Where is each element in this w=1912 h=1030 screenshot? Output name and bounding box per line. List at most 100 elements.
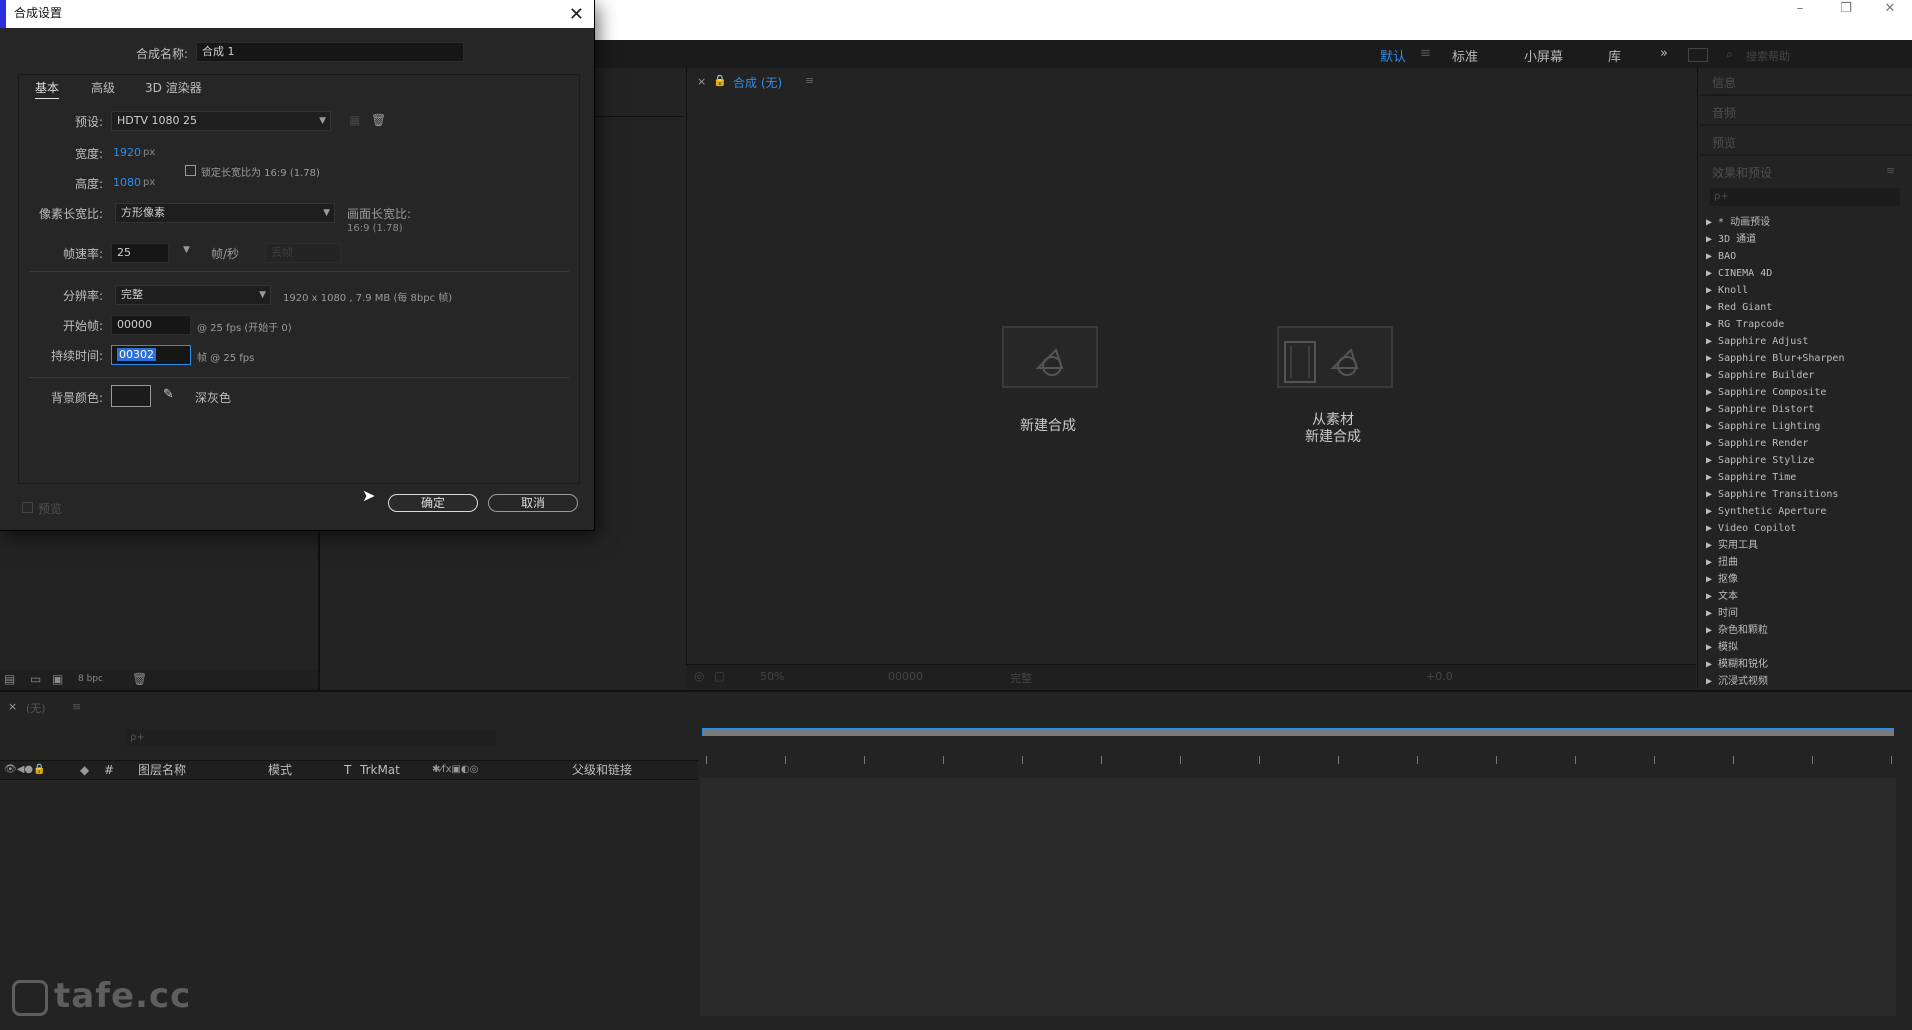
resolution-select[interactable]: 完整 ▼ [115,285,271,305]
snapshot-icon[interactable]: ◎ [694,669,704,683]
tab-3d-renderer[interactable]: 3D 渲染器 [145,79,202,96]
workspace-tab-library[interactable]: 库 [1608,46,1621,65]
expand-triangle-icon[interactable]: ▶ [1706,353,1718,364]
effects-category-item[interactable]: ▶ 模拟 [1706,639,1738,656]
expand-triangle-icon[interactable]: ▶ [1706,285,1718,296]
viewer-timecode[interactable]: 00000 [888,670,923,683]
expand-triangle-icon[interactable]: ▶ [1706,642,1718,653]
expand-triangle-icon[interactable]: ▶ [1706,319,1718,330]
effects-category-item[interactable]: ▶ Knoll [1706,282,1748,299]
av-switches-icon[interactable]: 👁◀●🔒 [4,761,46,779]
viewer-menu-icon[interactable]: ≡ [805,74,814,87]
expand-triangle-icon[interactable]: ▶ [1706,234,1718,245]
workspace-tab-standard[interactable]: 标准 [1452,46,1478,65]
region-icon[interactable]: ▢ [714,669,725,683]
layer-switches-icon[interactable]: ✱⁄fx▣◐◎ [432,761,478,779]
expand-triangle-icon[interactable]: ▶ [1706,472,1718,483]
preview-checkbox[interactable] [22,502,33,513]
new-comp-icon[interactable]: ▣ [52,672,63,686]
dialog-close-icon[interactable]: ✕ [569,2,584,28]
preview-panel-header[interactable]: 预览 [1712,134,1736,151]
effects-category-item[interactable]: ▶ 实用工具 [1706,537,1758,554]
effects-category-item[interactable]: ▶ RG Trapcode [1706,316,1784,333]
effects-category-item[interactable]: ▶ Sapphire Render [1706,435,1808,452]
effects-category-item[interactable]: ▶ 抠像 [1706,571,1738,588]
effects-category-item[interactable]: ▶ Sapphire Stylize [1706,452,1814,469]
close-icon[interactable]: ✕ [1870,0,1910,18]
width-value[interactable]: 1920 [113,146,141,159]
expand-triangle-icon[interactable]: ▶ [1706,455,1718,466]
expand-triangle-icon[interactable]: ▶ [1706,523,1718,534]
from-footage-label-1[interactable]: 从素材 [1253,412,1413,429]
effects-category-item[interactable]: ▶ 文本 [1706,588,1738,605]
effects-category-item[interactable]: ▶ Video Copilot [1706,520,1796,537]
effects-category-item[interactable]: ▶ Sapphire Blur+Sharpen [1706,350,1844,367]
effects-category-item[interactable]: ▶ 3D 通道 [1706,231,1756,248]
workspace-window-icon[interactable] [1688,48,1708,62]
new-comp-from-footage-card[interactable] [1277,326,1393,388]
workspace-more-icon[interactable]: » [1660,46,1668,61]
viewer-tab-label[interactable]: 合成 (无) [733,74,782,91]
tab-basic[interactable]: 基本 [35,79,60,99]
effects-category-item[interactable]: ▶ 时间 [1706,605,1738,622]
expand-triangle-icon[interactable]: ▶ [1706,302,1718,313]
effects-category-item[interactable]: ▶ Sapphire Composite [1706,384,1826,401]
expand-triangle-icon[interactable]: ▶ [1706,540,1718,551]
expand-triangle-icon[interactable]: ▶ [1706,336,1718,347]
comp-name-input[interactable]: 合成 1 [196,42,464,62]
viewer-close-icon[interactable]: × [697,75,706,88]
expand-triangle-icon[interactable]: ▶ [1706,404,1718,415]
restore-icon[interactable]: ❐ [1826,0,1866,18]
expand-triangle-icon[interactable]: ▶ [1706,676,1718,687]
layer-search-input[interactable]: ρ+ [126,730,496,746]
fps-input[interactable]: 25 [111,243,169,263]
effects-category-item[interactable]: ▶ 杂色和颗粒 [1706,622,1768,639]
label-icon[interactable]: ◆ [80,761,89,779]
bpc-button[interactable]: 8 bpc [78,674,103,684]
timeline-graph-area[interactable] [700,778,1896,1016]
tab-advanced[interactable]: 高级 [91,79,115,96]
effects-category-item[interactable]: ▶ * 动画预设 [1706,214,1770,231]
timeline-menu-icon[interactable]: ≡ [72,700,81,713]
trash-icon[interactable]: 🗑 [371,113,386,127]
expand-triangle-icon[interactable]: ▶ [1706,557,1718,568]
column-number[interactable]: # [104,761,114,779]
effects-category-item[interactable]: ▶ BAO [1706,248,1736,265]
effects-category-item[interactable]: ▶ Sapphire Distort [1706,401,1814,418]
zoom-select[interactable]: 50% [760,670,784,683]
expand-triangle-icon[interactable]: ▶ [1706,625,1718,636]
minimize-icon[interactable]: – [1780,0,1820,18]
eyedropper-icon[interactable]: ✎ [163,387,174,402]
expand-triangle-icon[interactable]: ▶ [1706,574,1718,585]
column-mode[interactable]: 模式 [268,761,292,779]
new-comp-label[interactable]: 新建合成 [968,418,1128,435]
expand-triangle-icon[interactable]: ▶ [1706,421,1718,432]
timeline-close-icon[interactable]: × [8,700,17,713]
expand-triangle-icon[interactable]: ▶ [1706,591,1718,602]
pixel-aspect-select[interactable]: 方形像素 ▼ [115,203,335,223]
effects-menu-icon[interactable]: ≡ [1886,164,1895,177]
effects-category-item[interactable]: ▶ 扭曲 [1706,554,1738,571]
expand-triangle-icon[interactable]: ▶ [1706,370,1718,381]
expand-triangle-icon[interactable]: ▶ [1706,268,1718,279]
work-area-bar[interactable] [702,728,1894,736]
column-parent[interactable]: 父级和链接 [572,761,632,779]
effects-category-item[interactable]: ▶ Sapphire Transitions [1706,486,1838,503]
save-preset-icon[interactable]: ▦ [349,113,360,127]
expand-triangle-icon[interactable]: ▶ [1706,489,1718,500]
expand-triangle-icon[interactable]: ▶ [1706,659,1718,670]
effects-category-item[interactable]: ▶ 模糊和锐化 [1706,656,1768,673]
expand-triangle-icon[interactable]: ▶ [1706,506,1718,517]
from-footage-label-2[interactable]: 新建合成 [1253,429,1413,446]
effects-category-item[interactable]: ▶ 沉浸式视频 [1706,673,1768,690]
start-frame-input[interactable]: 00000 [111,315,191,335]
height-value[interactable]: 1080 [113,176,141,189]
workspace-tab-small-screen[interactable]: 小屏幕 [1524,46,1563,65]
column-layer-name[interactable]: 图层名称 [138,761,186,779]
effects-category-item[interactable]: ▶ Red Giant [1706,299,1772,316]
duration-input[interactable]: 00302 [111,345,191,365]
viewer-resolution-select[interactable]: 完整 [1010,670,1032,686]
lock-icon[interactable]: 🔒 [713,74,727,87]
expand-triangle-icon[interactable]: ▶ [1706,251,1718,262]
effects-category-item[interactable]: ▶ Sapphire Builder [1706,367,1814,384]
